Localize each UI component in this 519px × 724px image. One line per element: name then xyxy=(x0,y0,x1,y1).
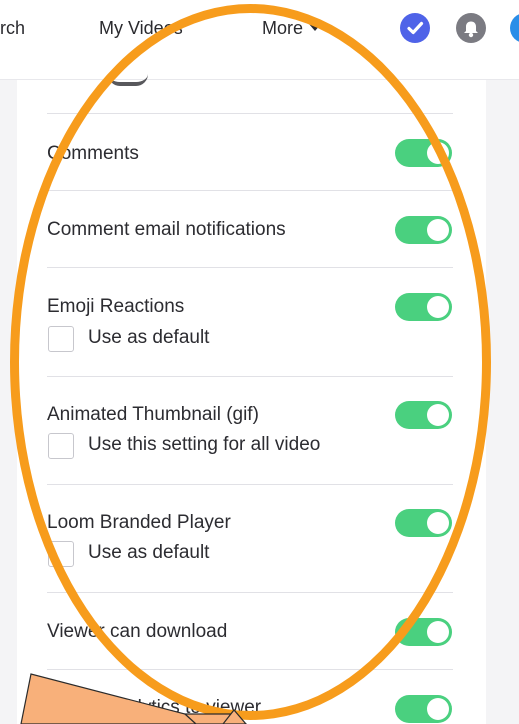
annotation-arrow xyxy=(20,673,248,724)
